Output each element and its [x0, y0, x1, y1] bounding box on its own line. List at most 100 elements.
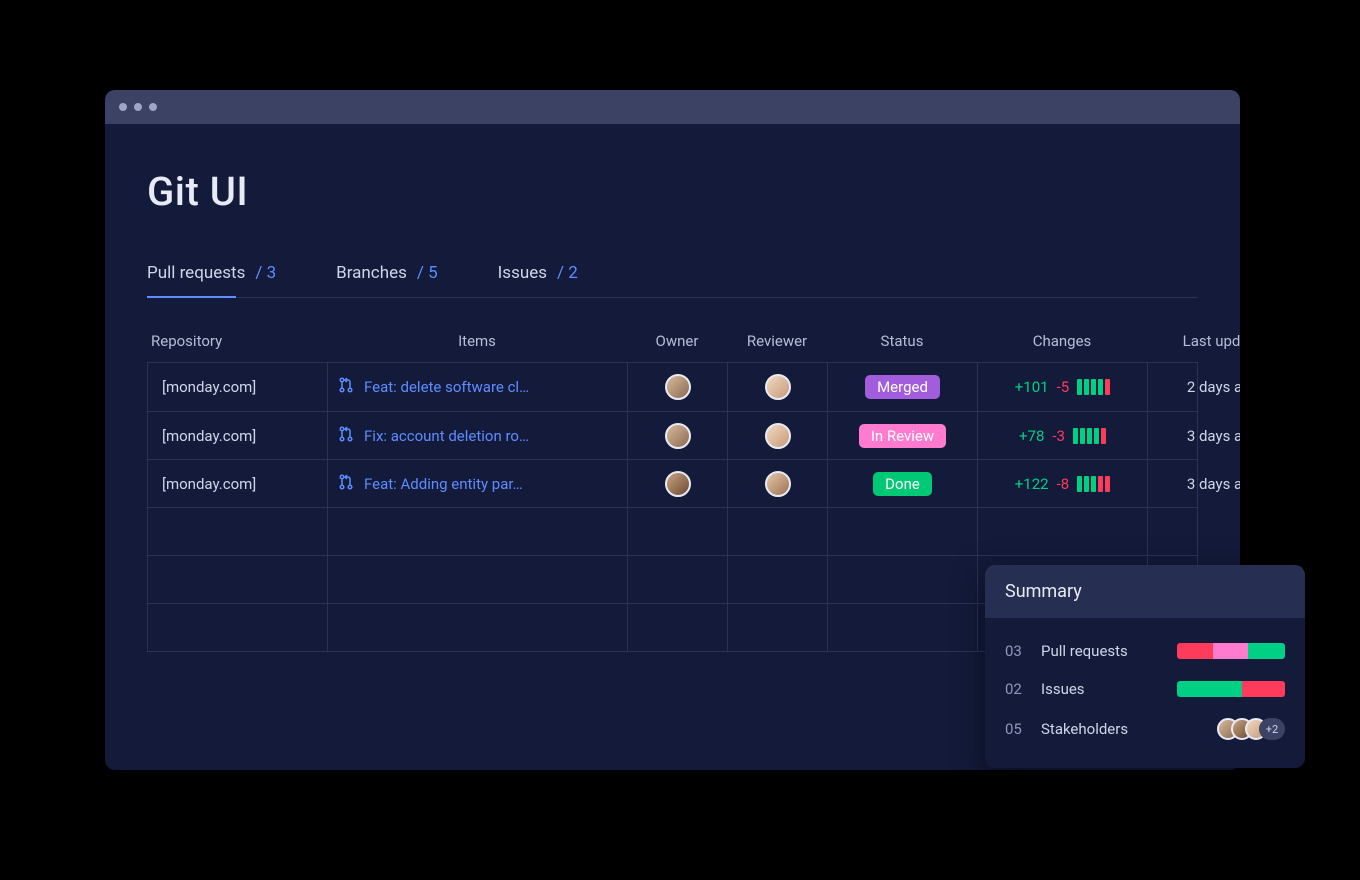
- cell-owner: [628, 460, 728, 507]
- tab-branches[interactable]: Branches / 5: [336, 263, 438, 297]
- cell-changes: +122 -8: [978, 460, 1148, 507]
- summary-count: 05: [1005, 720, 1029, 738]
- cell-empty: [978, 508, 1148, 555]
- avatar[interactable]: [765, 471, 791, 497]
- tab-pull-requests[interactable]: Pull requests / 3: [147, 263, 276, 297]
- pull-request-icon: [338, 474, 354, 494]
- diff-bars-icon: [1077, 476, 1110, 492]
- cell-empty: [148, 556, 328, 603]
- avatar[interactable]: [765, 423, 791, 449]
- table-row[interactable]: [monday.com] Fix: account deletion ro… In …: [148, 411, 1197, 459]
- summary-label: Stakeholders: [1041, 720, 1205, 738]
- column-header: Last update: [1147, 332, 1240, 350]
- cell-item[interactable]: Feat: delete software cl…: [328, 363, 628, 411]
- avatar[interactable]: [665, 423, 691, 449]
- cell-changes: +101 -5: [978, 363, 1148, 411]
- column-header: Items: [327, 332, 627, 350]
- summary-row: 03 Pull requests: [1005, 632, 1285, 670]
- cell-reviewer: [728, 460, 828, 507]
- additions: +122: [1015, 475, 1049, 493]
- window-maximize-icon[interactable]: [149, 103, 157, 111]
- tab-count: / 2: [557, 263, 578, 283]
- cell-changes: +78-3: [978, 412, 1148, 459]
- column-header: Changes: [977, 332, 1147, 350]
- column-header: Reviewer: [727, 332, 827, 350]
- item-title: Feat: delete software cl…: [364, 378, 529, 396]
- cell-empty: [1148, 508, 1240, 555]
- cell-owner: [628, 363, 728, 411]
- cell-status: Done: [828, 460, 978, 507]
- cell-empty: [148, 604, 328, 651]
- item-title: Feat: Adding entity par…: [364, 475, 523, 493]
- table-row-empty: [148, 507, 1197, 555]
- summary-card: Summary 03 Pull requests 02 Issues 05 Stakeho…: [985, 565, 1305, 768]
- pull-request-icon: [338, 426, 354, 446]
- window-titlebar: [105, 90, 1240, 124]
- cell-reviewer: [728, 412, 828, 459]
- table-column-headers: RepositoryItemsOwnerReviewerStatusChange…: [147, 332, 1198, 362]
- cell-empty: [828, 604, 978, 651]
- column-header: Owner: [627, 332, 727, 350]
- cell-last-update: 3 days ago: [1148, 460, 1240, 507]
- additions: +101: [1015, 378, 1049, 396]
- tab-issues[interactable]: Issues / 2: [498, 263, 578, 297]
- summary-label: Issues: [1041, 680, 1165, 698]
- summary-row: 02 Issues: [1005, 670, 1285, 708]
- avatar[interactable]: [665, 374, 691, 400]
- cell-status: In Review: [828, 412, 978, 459]
- cell-empty: [628, 508, 728, 555]
- diff-bars-icon: [1077, 379, 1110, 395]
- avatar-overflow[interactable]: +2: [1259, 718, 1285, 740]
- cell-owner: [628, 412, 728, 459]
- cell-empty: [628, 556, 728, 603]
- cell-last-update: 2 days ago: [1148, 363, 1240, 411]
- column-header: Repository: [147, 332, 327, 350]
- tab-label: Branches: [336, 263, 407, 283]
- table-row[interactable]: [monday.com] Feat: Adding entity par… Done…: [148, 459, 1197, 507]
- cell-repository: [monday.com]: [148, 412, 328, 459]
- summary-bar: [1177, 643, 1285, 659]
- cell-empty: [328, 508, 628, 555]
- additions: +78: [1019, 427, 1044, 445]
- cell-status: Merged: [828, 363, 978, 411]
- status-badge: Done: [873, 472, 932, 496]
- tab-label: Issues: [498, 263, 547, 283]
- cell-empty: [148, 508, 328, 555]
- summary-count: 02: [1005, 680, 1029, 698]
- deletions: -5: [1057, 378, 1070, 396]
- summary-count: 03: [1005, 642, 1029, 660]
- pull-request-icon: [338, 377, 354, 397]
- summary-bar: [1177, 681, 1285, 697]
- window-close-icon[interactable]: [119, 103, 127, 111]
- tab-label: Pull requests: [147, 263, 245, 283]
- summary-label: Pull requests: [1041, 642, 1165, 660]
- cell-item[interactable]: Fix: account deletion ro…: [328, 412, 628, 459]
- cell-item[interactable]: Feat: Adding entity par…: [328, 460, 628, 507]
- status-badge: Merged: [865, 375, 940, 399]
- cell-reviewer: [728, 363, 828, 411]
- cell-empty: [728, 556, 828, 603]
- diff-bars-icon: [1073, 428, 1106, 444]
- cell-repository: [monday.com]: [148, 460, 328, 507]
- deletions: -8: [1057, 475, 1070, 493]
- cell-empty: [728, 508, 828, 555]
- tab-count: / 3: [255, 263, 276, 283]
- page-title: Git UI: [147, 168, 1198, 215]
- stakeholder-avatars[interactable]: +2: [1217, 718, 1285, 740]
- summary-row: 05 Stakeholders +2: [1005, 708, 1285, 750]
- cell-empty: [628, 604, 728, 651]
- status-badge: In Review: [859, 424, 946, 448]
- summary-body: 03 Pull requests 02 Issues 05 Stakeholders +2: [985, 618, 1305, 768]
- cell-empty: [328, 556, 628, 603]
- cell-repository: [monday.com]: [148, 363, 328, 411]
- tab-bar: Pull requests / 3 Branches / 5 Issues / 2: [147, 263, 1198, 298]
- avatar[interactable]: [765, 374, 791, 400]
- table-row[interactable]: [monday.com] Feat: delete software cl… Mer…: [148, 363, 1197, 411]
- window-minimize-icon[interactable]: [134, 103, 142, 111]
- tab-count: / 5: [417, 263, 438, 283]
- summary-title: Summary: [985, 565, 1305, 618]
- cell-empty: [728, 604, 828, 651]
- avatar[interactable]: [665, 471, 691, 497]
- item-title: Fix: account deletion ro…: [364, 427, 529, 445]
- cell-last-update: 3 days ago: [1148, 412, 1240, 459]
